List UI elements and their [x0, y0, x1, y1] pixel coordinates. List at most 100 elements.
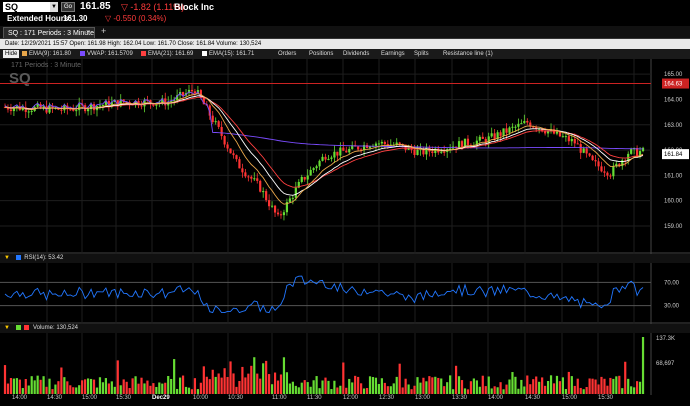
candle-body	[324, 156, 327, 160]
volume-bar	[178, 377, 182, 394]
legend-label: EMA(15): 161.71	[209, 51, 255, 57]
volume-bar	[529, 384, 532, 394]
volume-bar	[134, 376, 137, 394]
volume-bar	[357, 376, 360, 394]
candle-body	[517, 123, 520, 127]
volume-bar	[75, 387, 78, 394]
hide-button[interactable]: Hide	[3, 50, 20, 58]
volume-bar	[454, 365, 458, 394]
add-tab-button[interactable]: +	[101, 26, 106, 36]
collapse-icon[interactable]: ▼	[4, 325, 10, 331]
legend-item-8[interactable]: Splits	[414, 49, 429, 59]
tab-chart-sq[interactable]: SQ : 171 Periods : 3 Minute	[3, 27, 95, 38]
chevron-down-icon[interactable]: ▼	[50, 2, 58, 12]
price-chart[interactable]: 171 Periods : 3 MinuteSQ 165.00 164.00 163.…	[0, 59, 690, 395]
go-button[interactable]: Go	[61, 2, 75, 12]
volume-bar	[253, 357, 256, 394]
volume-bar	[24, 379, 27, 394]
volume-bar	[517, 388, 520, 394]
volume-bar	[265, 360, 268, 394]
volume-bar	[478, 386, 481, 394]
volume-bar	[128, 388, 131, 394]
legend-swatch	[22, 50, 27, 56]
candle-body	[526, 120, 529, 123]
volume-bar	[502, 389, 505, 394]
candle-body	[27, 111, 30, 113]
volume-bar	[235, 386, 238, 394]
legend-item-1[interactable]: VWAP: 161.5709	[80, 49, 133, 59]
volume-bar	[609, 377, 612, 394]
candle-body	[193, 91, 197, 94]
volume-bar	[481, 375, 484, 394]
volume-bar	[505, 384, 508, 394]
volume-bar	[588, 378, 591, 394]
legend-item-0[interactable]: EMA(9): 161.80	[22, 49, 71, 59]
volume-bar	[380, 378, 383, 394]
collapse-icon[interactable]: ▼	[4, 255, 10, 261]
legend-item-7[interactable]: Earnings	[381, 49, 405, 59]
volume-bar	[57, 381, 60, 394]
volume-bar	[199, 382, 202, 394]
symbol-input[interactable]: SQ	[3, 2, 57, 12]
volume-bar	[324, 377, 327, 394]
volume-bar	[354, 375, 357, 394]
legend-item-2[interactable]: EMA(21): 161.69	[141, 49, 193, 59]
volume-bar	[342, 362, 345, 394]
candle-body	[262, 191, 265, 193]
volume-bar	[45, 386, 48, 394]
volume-bar	[152, 383, 155, 394]
volume-axis-label: 68,697	[656, 361, 675, 367]
volume-bar	[131, 378, 134, 394]
volume-bar	[140, 377, 143, 394]
candle-body	[9, 109, 13, 112]
volume-bar	[496, 387, 499, 394]
candle-body	[279, 214, 283, 216]
candle-body	[641, 147, 645, 152]
volume-bar	[484, 386, 487, 394]
candle-body	[86, 109, 90, 112]
volume-bar	[440, 378, 443, 394]
volume-bar	[552, 383, 556, 394]
volume-bar	[555, 375, 559, 394]
volume-bar	[72, 387, 75, 394]
volume-bar	[567, 371, 570, 394]
volume-bar	[377, 383, 381, 394]
volume-bar	[621, 388, 624, 394]
candle-body	[217, 121, 220, 127]
volume-bar	[9, 378, 13, 394]
legend-item-3[interactable]: EMA(15): 161.71	[202, 49, 254, 59]
legend-item-5[interactable]: Positions	[309, 49, 333, 59]
price-axis-label: 159.00	[664, 224, 683, 230]
candle-body	[211, 115, 214, 123]
legend-item-9[interactable]: Resistance line (1)	[443, 49, 493, 59]
volume-bar	[493, 386, 496, 394]
volume-bar	[546, 380, 550, 394]
legend-label: Positions	[309, 51, 334, 57]
volume-bar	[51, 389, 54, 394]
candle-body	[270, 205, 274, 207]
volume-bar	[368, 376, 372, 394]
volume-bar	[60, 367, 63, 394]
volume-bar	[573, 385, 576, 394]
volume-bar	[158, 382, 161, 394]
price-axis-label: 161.00	[664, 173, 683, 179]
volume-bar	[229, 361, 232, 394]
time-label: 10:30	[228, 395, 244, 401]
volume-bar	[161, 383, 164, 394]
volume-bar	[452, 389, 455, 394]
volume-bar	[576, 378, 579, 394]
volume-bar	[232, 373, 235, 394]
candle-body	[288, 198, 291, 203]
legend-item-4[interactable]: Orders	[278, 49, 296, 59]
legend-item-6[interactable]: Dividends	[343, 49, 369, 59]
volume-bar	[193, 378, 197, 394]
time-label: 15:00	[82, 395, 98, 401]
volume-header: ▼ Volume: 130,524	[0, 324, 690, 333]
legend-label: EMA(21): 161.69	[148, 51, 194, 57]
volume-bar	[641, 337, 645, 394]
candle-body	[190, 89, 194, 92]
close-icon[interactable]: ×	[86, 27, 90, 38]
candle-body	[60, 109, 63, 111]
rsi-label: RSI(14): 53.42	[24, 255, 64, 261]
candle-body	[72, 109, 75, 111]
